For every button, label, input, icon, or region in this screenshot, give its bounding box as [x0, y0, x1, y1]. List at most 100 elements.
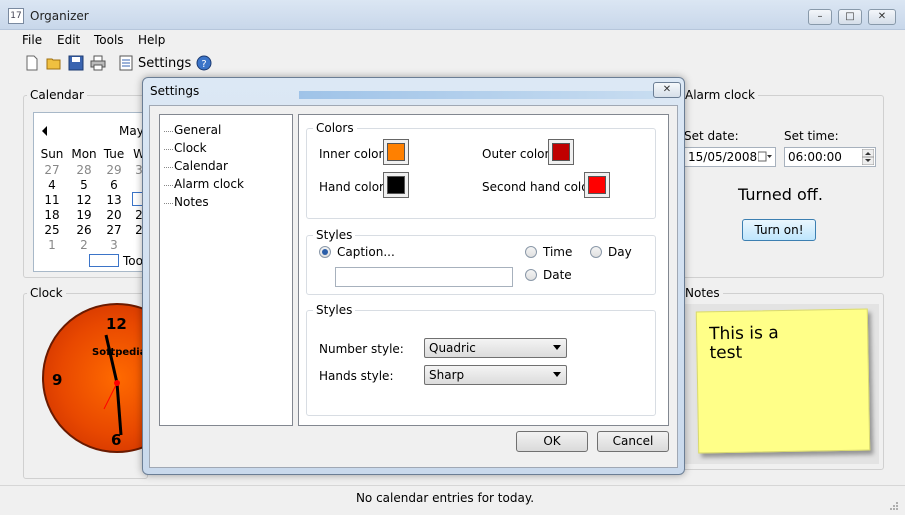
calendar-day[interactable]: 1 — [37, 238, 67, 252]
menu-edit[interactable]: Edit — [57, 33, 80, 47]
dialog-close-button[interactable]: ✕ — [653, 82, 681, 98]
second-hand-color-fill — [588, 176, 606, 194]
settings-dialog: Settings ✕ General Clock Calendar Alarm … — [142, 77, 685, 475]
clock-group-label: Clock — [27, 286, 66, 300]
date-picker[interactable]: 15/05/2008 — [684, 147, 776, 167]
sticky-note[interactable]: This is a test — [695, 308, 871, 454]
calendar-day[interactable]: 18 — [37, 208, 67, 222]
date-option-label[interactable]: Date — [543, 268, 572, 282]
hands-style-label: Hands style: — [319, 369, 394, 383]
day-header: Mon — [71, 147, 97, 161]
app-title: Organizer — [30, 9, 89, 23]
sticky-note-text[interactable]: This is a test — [709, 323, 840, 363]
maximize-button[interactable]: □ — [838, 9, 862, 25]
turn-on-button[interactable]: Turn on! — [742, 219, 816, 241]
status-bar: No calendar entries for today. — [0, 485, 905, 515]
save-icon[interactable] — [68, 55, 84, 71]
calendar-day[interactable]: 11 — [37, 193, 67, 207]
settings-icon[interactable] — [118, 55, 134, 71]
nav-item-notes[interactable]: Notes — [174, 195, 209, 209]
menu-tools[interactable]: Tools — [94, 33, 124, 47]
caption-input[interactable] — [335, 267, 513, 287]
settings-toolbar-label[interactable]: Settings — [138, 56, 191, 71]
date-radio[interactable] — [525, 269, 537, 281]
tree-connector — [164, 185, 173, 186]
time-radio[interactable] — [525, 246, 537, 258]
time-option-label[interactable]: Time — [543, 245, 572, 259]
dialog-client: General Clock Calendar Alarm clock Notes… — [149, 105, 678, 468]
day-header: Tue — [103, 147, 125, 161]
print-icon[interactable] — [90, 55, 106, 71]
calendar-month-label: May — [119, 124, 144, 138]
hand-color-swatch[interactable] — [383, 172, 409, 198]
calendar-day[interactable]: 6 — [99, 178, 129, 192]
styles-group-label: Styles — [313, 303, 356, 317]
chevron-down-icon — [553, 372, 561, 377]
new-icon[interactable] — [24, 55, 40, 71]
time-spinner-icon[interactable] — [862, 149, 874, 165]
dialog-title: Settings — [150, 84, 200, 98]
svg-text:?: ? — [201, 59, 206, 70]
resize-grip-icon[interactable] — [889, 501, 899, 511]
calendar-day[interactable]: 27 — [37, 163, 67, 177]
styles-group: Styles Number style: Quadric Hands style… — [306, 303, 656, 416]
menu-file[interactable]: File — [22, 33, 42, 47]
cancel-button[interactable]: Cancel — [597, 431, 669, 452]
help-icon[interactable]: ? — [196, 55, 212, 71]
calendar-day[interactable]: 13 — [99, 193, 129, 207]
minimize-button[interactable]: – — [808, 9, 832, 25]
notes-group-label: Notes — [682, 286, 723, 300]
calendar-day[interactable]: 5 — [69, 178, 99, 192]
tree-connector — [164, 149, 173, 150]
set-time-label: Set time: — [784, 129, 839, 143]
calendar-day[interactable]: 26 — [69, 223, 99, 237]
outer-color-swatch[interactable] — [548, 139, 574, 165]
open-icon[interactable] — [46, 55, 62, 71]
today-link[interactable]: Too — [123, 254, 143, 268]
time-picker[interactable]: 06:00:00 — [784, 147, 876, 167]
ok-button[interactable]: OK — [516, 431, 588, 452]
calendar-day[interactable]: 20 — [99, 208, 129, 222]
close-button[interactable]: ✕ — [868, 9, 896, 25]
hands-style-select[interactable]: Sharp — [424, 365, 567, 385]
time-value: 06:00:00 — [788, 150, 842, 164]
calendar-day[interactable]: 2 — [69, 238, 99, 252]
hands-style-value: Sharp — [429, 368, 465, 382]
inner-color-label: Inner color: — [319, 147, 388, 161]
settings-nav-tree: General Clock Calendar Alarm clock Notes — [159, 114, 293, 426]
caption-styles-group: Styles Caption... Time Day Date — [306, 228, 656, 295]
menu-bar: File Edit Tools Help — [0, 30, 905, 50]
calendar-day[interactable]: 19 — [69, 208, 99, 222]
calendar-day[interactable]: 28 — [69, 163, 99, 177]
chevron-down-icon — [553, 345, 561, 350]
dialog-title-fade — [299, 91, 654, 99]
calendar-day[interactable]: 3 — [99, 238, 129, 252]
title-bar: 17 Organizer – □ ✕ — [0, 0, 905, 30]
calendar-day[interactable]: 29 — [99, 163, 129, 177]
number-style-value: Quadric — [429, 341, 476, 355]
caption-option-label[interactable]: Caption... — [337, 245, 395, 259]
day-radio[interactable] — [590, 246, 602, 258]
tree-connector — [164, 203, 173, 204]
nav-item-clock[interactable]: Clock — [174, 141, 207, 155]
previous-month-icon[interactable] — [41, 126, 49, 136]
second-hand-color-swatch[interactable] — [584, 172, 610, 198]
calendar-day[interactable]: 25 — [37, 223, 67, 237]
caption-radio[interactable] — [319, 246, 331, 258]
inner-color-fill — [387, 143, 405, 161]
tree-connector — [164, 131, 173, 132]
month-calendar[interactable]: May Sun Mon Tue W 27 28 29 3 4 5 6 11 12… — [33, 112, 150, 272]
nav-item-general[interactable]: General — [174, 123, 221, 137]
toolbar: Settings ? — [10, 52, 220, 76]
menu-help[interactable]: Help — [138, 33, 165, 47]
day-option-label[interactable]: Day — [608, 245, 632, 259]
calendar-day[interactable]: 4 — [37, 178, 67, 192]
set-date-label: Set date: — [684, 129, 739, 143]
calendar-day[interactable]: 12 — [69, 193, 99, 207]
calendar-dropdown-icon[interactable] — [758, 151, 772, 163]
calendar-day[interactable]: 27 — [99, 223, 129, 237]
nav-item-calendar[interactable]: Calendar — [174, 159, 228, 173]
inner-color-swatch[interactable] — [383, 139, 409, 165]
nav-item-alarm-clock[interactable]: Alarm clock — [174, 177, 244, 191]
number-style-select[interactable]: Quadric — [424, 338, 567, 358]
